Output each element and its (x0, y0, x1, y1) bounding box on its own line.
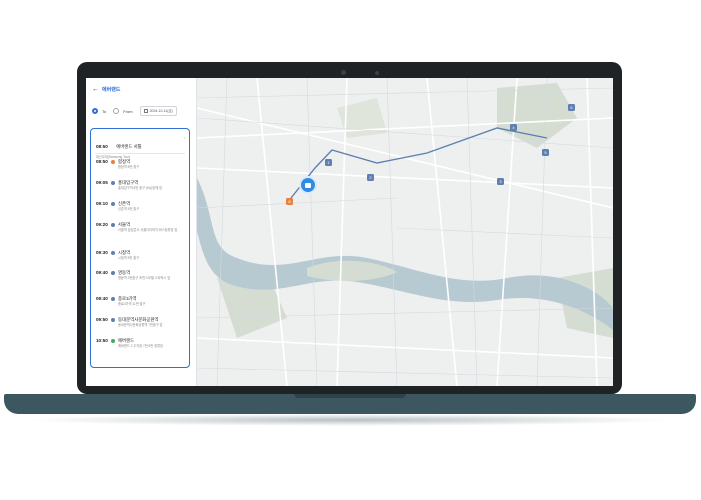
page-title: 에버랜드 (102, 86, 121, 93)
stop-dot (111, 160, 115, 164)
route-marker[interactable]: 6 (568, 104, 575, 111)
camera-icon (341, 70, 346, 75)
bus-location-marker[interactable] (299, 176, 317, 194)
base-hinge (294, 394, 406, 398)
calendar-icon (143, 109, 148, 113)
list-item[interactable]: 10:50 에버랜드 에버랜드 2 주차장 7번 8번 정류장 (96, 338, 186, 356)
list-item[interactable]: 09:30 시청역 시청역 5번 출구 (96, 250, 186, 268)
map-canvas (197, 78, 613, 386)
list-item[interactable]: 09:05 홍대입구역 홍대입구역 8번 출구 (KA)앞에 정 (96, 180, 186, 198)
list-item[interactable]: 09:20 서울역 서울역 빌딩콘으 서울다리하차 버스정류장 앞 (96, 222, 186, 240)
stop-time: 09:20 (96, 222, 108, 227)
stop-desc: 에버랜드 2 주차장 7번 8번 정류장 (118, 344, 163, 348)
start-name: 에버랜드 서틀 (116, 144, 142, 149)
stop-desc: 종로3가역 11번 출구 (118, 302, 146, 306)
date-value: 2024-10-11(금) (149, 108, 173, 113)
stop-time: 09:05 (96, 180, 108, 185)
stop-dot (111, 181, 115, 185)
start-time: 08:50 (96, 144, 108, 149)
arrow-left-icon[interactable]: ← (92, 86, 99, 93)
chevron-icon[interactable]: › (184, 135, 185, 140)
stop-dot (111, 318, 115, 322)
stop-desc: 홍대입구역 8번 출구 (KA)앞에 정 (118, 186, 162, 190)
route-marker[interactable]: 3 (497, 178, 504, 185)
stop-time: 09:50 (96, 317, 108, 322)
route-card: 08:50 에버랜드 서틀 대산우대(Samsung Tour) › 08:50… (90, 128, 190, 368)
list-item[interactable]: 08:50 합정역 합정역 8번 출구 (96, 159, 186, 177)
stop-dot (111, 297, 115, 301)
laptop-base (4, 394, 696, 414)
stop-desc: 시청역 5번 출구 (118, 256, 140, 260)
bus-icon (305, 182, 311, 188)
sensor-icon (375, 71, 379, 75)
stop-time: 09:30 (96, 250, 108, 255)
stop-dot (111, 251, 115, 255)
stop-dot (111, 339, 115, 343)
route-marker[interactable]: 1 (325, 159, 332, 166)
screen: ← 에버랜드 To From 2024-10-11(금) 08:50 에버랜드 … (86, 78, 613, 386)
laptop-lid: ← 에버랜드 To From 2024-10-11(금) 08:50 에버랜드 … (77, 62, 622, 394)
route-panel: ← 에버랜드 To From 2024-10-11(금) 08:50 에버랜드 … (86, 78, 197, 386)
stop-time: 09:40 (96, 296, 108, 301)
radio-to[interactable] (92, 108, 98, 114)
route-marker-label: 4 (512, 125, 515, 130)
stop-desc: 명동역 2번출구 조핀스모텔 스타벅스 앞 (118, 276, 171, 280)
stop-desc: 합정역 8번 출구 (118, 165, 140, 169)
stop-desc: 신촌역 5번 출구 (118, 207, 140, 211)
stop-dot (111, 223, 115, 227)
route-marker-label: 1 (327, 160, 330, 165)
route-start: 08:50 에버랜드 서틀 대산우대(Samsung Tour) (96, 135, 184, 159)
route-marker-label: 5 (544, 150, 547, 155)
route-marker[interactable]: 8 (286, 198, 293, 205)
route-marker-label: 2 (369, 175, 372, 180)
stop-time: 09:10 (96, 201, 108, 206)
list-item[interactable]: 09:50 동대문역사문화공원역 동대문역사문화공원역 7번출구 앞 (96, 317, 186, 335)
list-item[interactable]: 09:40 명동역 명동역 2번출구 조핀스모텔 스타벅스 앞 (96, 270, 186, 288)
date-picker[interactable]: 2024-10-11(금) (139, 106, 177, 116)
radio-from-label: From (123, 108, 133, 114)
route-marker[interactable]: 4 (510, 124, 517, 131)
stop-time: 08:50 (96, 159, 108, 164)
route-marker-label: 3 (499, 179, 502, 184)
list-item[interactable]: 09:40 종로3가역 종로3가역 11번 출구 (96, 296, 186, 314)
list-item[interactable]: 09:10 신촌역 신촌역 5번 출구 (96, 201, 186, 219)
shadow (24, 414, 676, 426)
stop-time: 09:40 (96, 270, 108, 275)
stop-time: 10:50 (96, 338, 108, 343)
divider (95, 153, 185, 154)
route-marker-label: 6 (570, 105, 573, 110)
stop-desc: 서울역 빌딩콘으 서울다리하차 버스정류장 앞 (118, 228, 178, 232)
radio-to-label: To (102, 108, 107, 114)
stop-dot (111, 202, 115, 206)
radio-from[interactable] (113, 108, 120, 114)
direction-filters: To From 2024-10-11(금) (92, 106, 177, 116)
stop-desc: 동대문역사문화공원역 7번출구 앞 (118, 323, 163, 327)
route-marker-label: 8 (288, 199, 291, 204)
route-marker[interactable]: 2 (367, 174, 374, 181)
stop-dot (111, 271, 115, 275)
panel-header: ← 에버랜드 (92, 84, 120, 94)
route-marker[interactable]: 5 (542, 149, 549, 156)
map-view[interactable]: 1 2 3 4 5 6 8 (197, 78, 613, 386)
